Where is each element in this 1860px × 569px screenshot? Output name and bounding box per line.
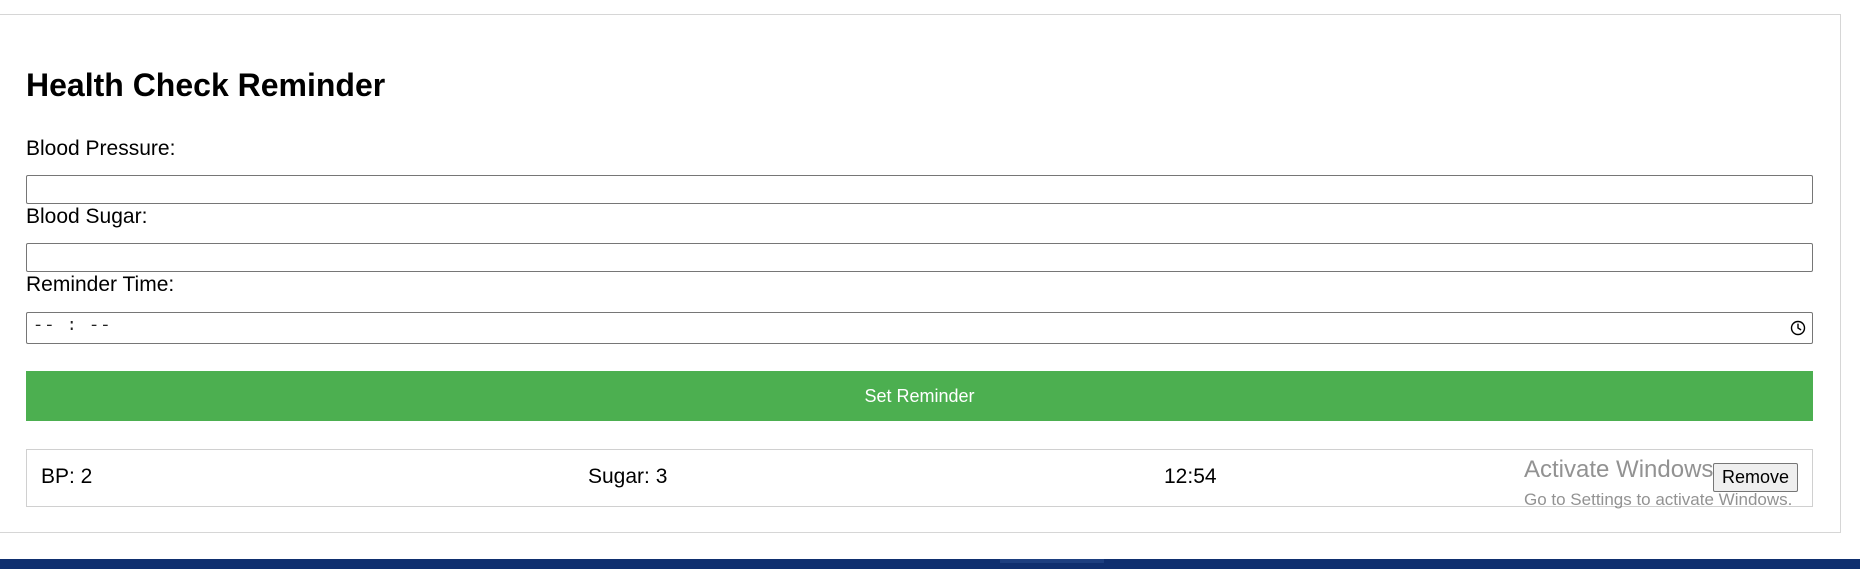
blood-pressure-input[interactable] (26, 175, 1813, 204)
reminder-time-value: 12:54 (1164, 465, 1217, 488)
blood-sugar-input[interactable] (26, 243, 1813, 272)
blood-pressure-label: Blood Pressure: (26, 137, 176, 160)
reminder-sugar-value: Sugar: 3 (588, 465, 668, 488)
reminder-time-input[interactable]: -- : -- (26, 312, 1813, 344)
reminder-list-item: BP: 2 Sugar: 3 12:54 Remove (26, 449, 1813, 507)
taskbar (0, 559, 1860, 569)
reminder-bp-value: BP: 2 (41, 465, 93, 488)
page-frame: Health Check Reminder Blood Pressure: Bl… (0, 14, 1841, 533)
blood-sugar-label: Blood Sugar: (26, 205, 148, 228)
remove-reminder-button[interactable]: Remove (1712, 463, 1798, 492)
clock-icon[interactable] (1790, 320, 1806, 336)
time-placeholder: -- : -- (33, 317, 112, 336)
reminder-time-label: Reminder Time: (26, 273, 175, 296)
taskbar-active-app-indicator[interactable] (1000, 559, 1104, 563)
page-title: Health Check Reminder (26, 67, 386, 103)
set-reminder-button[interactable]: Set Reminder (26, 371, 1813, 421)
